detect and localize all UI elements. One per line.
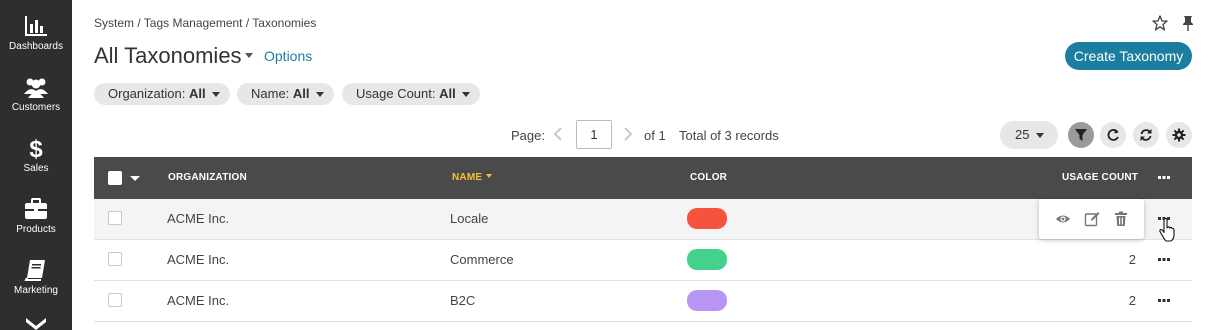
- caret-down-icon: [211, 92, 220, 97]
- table-row[interactable]: ACME Inc. Commerce 2: [94, 240, 1192, 281]
- color-swatch: [687, 249, 727, 270]
- create-taxonomy-button[interactable]: Create Taxonomy: [1065, 42, 1192, 70]
- filter-usage-count[interactable]: Usage Count: All: [342, 83, 480, 105]
- trash-icon[interactable]: [1113, 211, 1129, 227]
- dollar-icon: $: [29, 136, 43, 160]
- sidebar-item-products[interactable]: Products: [0, 197, 72, 253]
- row-checkbox[interactable]: [108, 293, 122, 307]
- per-page-select[interactable]: 25: [1000, 121, 1058, 149]
- filter-name[interactable]: Name: All: [237, 83, 334, 105]
- per-page-value: 25: [1015, 127, 1030, 142]
- cell-name: Commerce: [450, 252, 514, 267]
- color-swatch: [687, 290, 727, 311]
- bar-chart-icon: [25, 16, 47, 36]
- filter-label: Usage Count:: [356, 86, 436, 101]
- row-actions-popover: [1039, 199, 1144, 239]
- eye-icon[interactable]: [1055, 211, 1071, 227]
- sidebar-item-label: Customers: [11, 102, 61, 113]
- refresh-icon: [1107, 129, 1119, 141]
- filter-icon: [1075, 129, 1087, 141]
- table-header: ORGANIZATION NAME COLOR USAGE COUNT: [94, 157, 1192, 199]
- chevron-down-icon[interactable]: [26, 318, 46, 330]
- row-checkbox[interactable]: [108, 252, 122, 266]
- chevron-left-icon[interactable]: [552, 126, 564, 142]
- page-title: All Taxonomies: [94, 43, 242, 68]
- caret-down-icon: [461, 92, 470, 97]
- color-swatch: [687, 208, 727, 229]
- table-row[interactable]: ACME Inc. Locale: [94, 199, 1192, 240]
- cell-organization: ACME Inc.: [167, 293, 230, 308]
- svg-text:$: $: [29, 136, 43, 160]
- column-header-organization[interactable]: ORGANIZATION: [168, 172, 247, 183]
- filter-toggle-button[interactable]: [1068, 122, 1094, 148]
- filter-value: All: [292, 86, 310, 101]
- table-row[interactable]: ACME Inc. B2C 2: [94, 281, 1192, 322]
- pager-total-records: Total of 3 records: [679, 128, 779, 143]
- filter-value: All: [188, 86, 206, 101]
- sidebar-item-sales[interactable]: $ Sales: [0, 136, 72, 192]
- pager-of-total-pages: of 1: [644, 128, 666, 143]
- filter-organization[interactable]: Organization: All: [94, 83, 230, 105]
- options-link[interactable]: Options: [264, 48, 312, 64]
- column-header-label: NAME: [452, 172, 483, 183]
- more-horizontal-icon[interactable]: [1158, 176, 1170, 179]
- grid-settings-button[interactable]: [1166, 122, 1192, 148]
- more-horizontal-icon[interactable]: [1158, 299, 1170, 302]
- cell-name: Locale: [450, 211, 489, 226]
- caret-down-icon: [315, 92, 324, 97]
- cell-name: B2C: [450, 293, 476, 308]
- breadcrumb[interactable]: System / Tags Management / Taxonomies: [94, 16, 316, 30]
- pager-label: Page:: [511, 128, 545, 143]
- hand-cursor-icon: [1159, 218, 1175, 242]
- cell-usage-count: 2: [1128, 252, 1136, 267]
- column-header-color[interactable]: COLOR: [690, 172, 727, 183]
- filter-value: All: [439, 86, 456, 101]
- sync-button[interactable]: [1133, 122, 1159, 148]
- filter-label: Organization:: [108, 86, 186, 101]
- sidebar-item-customers[interactable]: Customers: [0, 75, 72, 131]
- edit-icon[interactable]: [1084, 211, 1100, 227]
- column-header-name[interactable]: NAME: [452, 172, 493, 183]
- sidebar-item-dashboards[interactable]: Dashboards: [0, 14, 72, 70]
- title-dropdown-caret-icon[interactable]: [245, 53, 253, 58]
- sidebar-item-marketing[interactable]: Marketing: [0, 258, 72, 314]
- cell-organization: ACME Inc.: [167, 211, 230, 226]
- column-header-usage-count[interactable]: USAGE COUNT: [1062, 172, 1138, 183]
- briefcase-icon: [25, 198, 47, 219]
- main-sidebar: Dashboards Customers $ Sales Products Ma…: [0, 0, 72, 330]
- select-all-checkbox[interactable]: [108, 171, 122, 185]
- cell-usage-count: 2: [1128, 293, 1136, 308]
- book-icon: [24, 260, 45, 281]
- sidebar-item-label: Dashboards: [9, 41, 63, 52]
- reset-button[interactable]: [1100, 122, 1126, 148]
- pin-icon[interactable]: [1181, 15, 1195, 31]
- sidebar-item-label: Products: [16, 224, 56, 235]
- sidebar-item-label: Sales: [23, 163, 49, 174]
- gear-icon: [1172, 128, 1186, 142]
- mass-action-caret-icon[interactable]: [130, 176, 140, 181]
- sidebar-item-label: Marketing: [14, 285, 58, 296]
- caret-down-icon: [1036, 133, 1044, 138]
- row-checkbox[interactable]: [108, 211, 122, 225]
- filter-label: Name:: [251, 86, 290, 101]
- chevron-right-icon[interactable]: [622, 126, 634, 142]
- more-horizontal-icon[interactable]: [1158, 258, 1170, 261]
- users-icon: [24, 78, 48, 98]
- sync-icon: [1140, 129, 1152, 141]
- sort-desc-icon: [486, 174, 493, 178]
- cell-organization: ACME Inc.: [167, 252, 230, 267]
- page-number-input[interactable]: 1: [576, 120, 612, 149]
- star-icon[interactable]: [1152, 15, 1168, 31]
